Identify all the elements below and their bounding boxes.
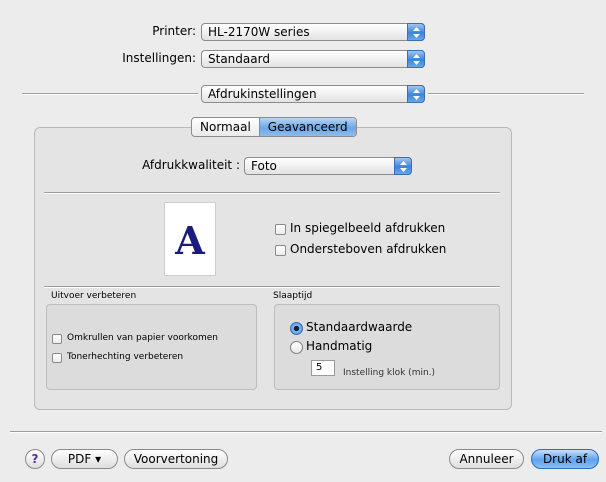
divider	[10, 431, 602, 433]
upside-down-checkbox[interactable]	[275, 245, 286, 256]
printer-popup[interactable]: HL-2170W series	[201, 23, 425, 41]
print-button[interactable]: Druk af	[531, 449, 599, 469]
divider	[44, 286, 500, 288]
quality-label: Afdrukkwaliteit :	[142, 158, 240, 172]
sleep-default-label: Standaardwaarde	[306, 320, 413, 334]
settings-value: Standaard	[208, 52, 270, 66]
printer-value: HL-2170W series	[208, 25, 310, 39]
settings-popup[interactable]: Standaard	[201, 50, 425, 68]
popup-arrows-icon	[394, 157, 412, 175]
curl-label: Omkrullen van papier voorkomen	[67, 333, 218, 343]
minutes-input[interactable]: 5	[311, 360, 335, 376]
mirror-checkbox[interactable]	[275, 224, 286, 235]
improve-group	[46, 304, 257, 390]
minutes-label: Instelling klok (min.)	[343, 368, 436, 378]
cancel-button[interactable]: Annuleer	[449, 449, 524, 469]
quality-popup[interactable]: Foto	[244, 157, 412, 175]
preview-letter: A	[175, 218, 205, 263]
section-value: Afdrukinstellingen	[208, 87, 317, 101]
printer-label: Printer:	[152, 24, 196, 38]
help-button[interactable]: ?	[25, 449, 45, 469]
tab-bar: Normaal Geavanceerd	[191, 117, 357, 137]
divider	[44, 192, 500, 194]
divider	[428, 93, 584, 95]
upside-down-label: Ondersteboven afdrukken	[290, 242, 447, 256]
toner-label: Tonerhechting verbeteren	[67, 352, 184, 362]
sleep-manual-radio[interactable]	[290, 341, 303, 354]
divider	[22, 93, 198, 95]
page-preview: A	[164, 202, 216, 276]
popup-arrows-icon	[407, 23, 425, 41]
popup-arrows-icon	[407, 85, 425, 103]
quality-value: Foto	[251, 159, 277, 173]
preview-button[interactable]: Voorvertoning	[124, 449, 228, 469]
sleep-default-radio[interactable]	[290, 322, 303, 335]
settings-label: Instellingen:	[122, 51, 196, 65]
sleep-manual-label: Handmatig	[306, 339, 373, 353]
tab-advanced[interactable]: Geavanceerd	[258, 118, 356, 136]
toner-checkbox[interactable]	[52, 353, 62, 363]
improve-group-title: Uitvoer verbeteren	[51, 291, 137, 301]
section-popup[interactable]: Afdrukinstellingen	[201, 85, 425, 103]
curl-checkbox[interactable]	[52, 334, 62, 344]
pdf-button[interactable]: PDF ▾	[51, 449, 118, 469]
tab-normal[interactable]: Normaal	[192, 118, 259, 136]
mirror-label: In spiegelbeeld afdrukken	[290, 221, 446, 235]
popup-arrows-icon	[407, 50, 425, 68]
sleep-group-title: Slaaptijd	[273, 291, 313, 301]
